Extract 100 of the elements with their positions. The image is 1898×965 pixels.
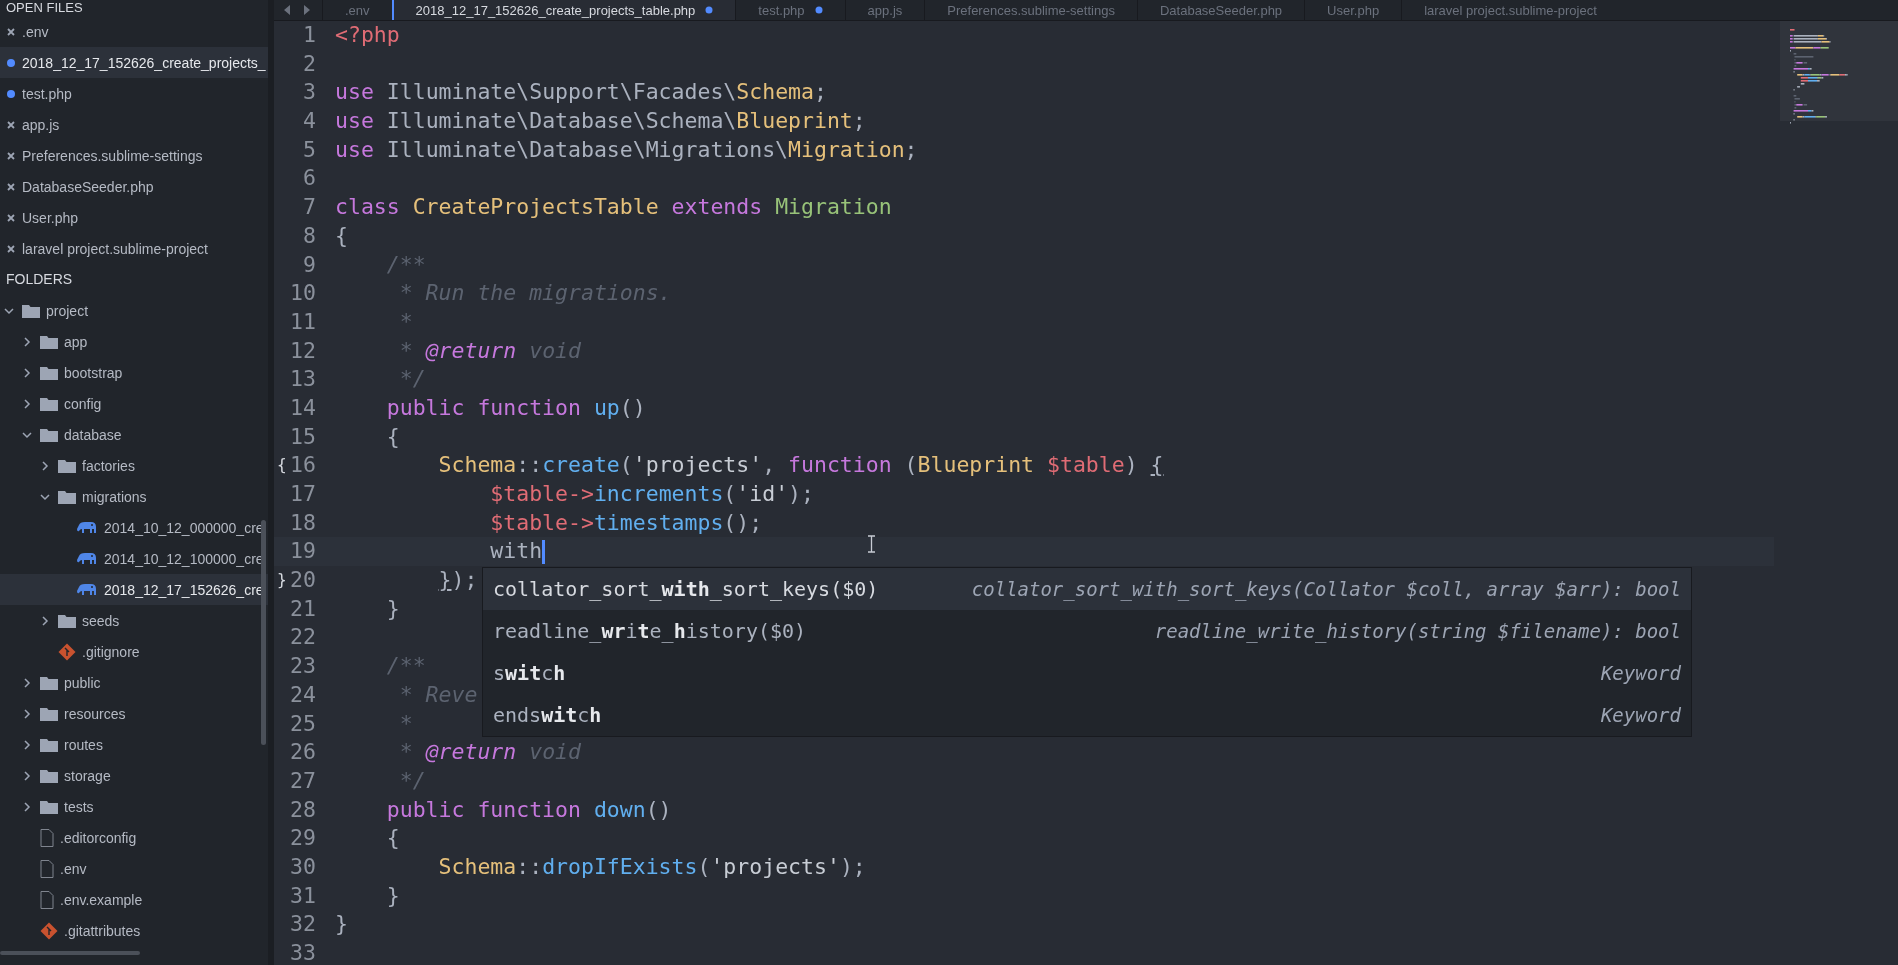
- folder-icon: [40, 427, 58, 442]
- unsaved-dot-icon: [6, 88, 16, 99]
- chevron-right-icon: [22, 677, 32, 688]
- folder-icon: [40, 768, 58, 783]
- tree-item[interactable]: config: [0, 388, 268, 419]
- chevron-down-icon: [4, 305, 14, 316]
- code-line: /**: [385, 652, 426, 681]
- tree-item[interactable]: .editorconfig: [0, 822, 268, 853]
- close-icon: [6, 212, 16, 223]
- code-line: */: [398, 365, 426, 394]
- close-icon: [6, 119, 16, 130]
- code-line: * @return void: [398, 336, 581, 365]
- tree-item[interactable]: resources: [0, 698, 268, 729]
- open-file-item[interactable]: test.php: [0, 78, 268, 109]
- file-icon: [40, 890, 54, 909]
- folder-icon: [40, 706, 58, 721]
- tree-item[interactable]: .env.example: [0, 884, 268, 915]
- code-line: {: [385, 824, 400, 853]
- line-number: 27: [290, 767, 316, 793]
- tab-nav-icon[interactable]: [282, 4, 312, 16]
- tree-item[interactable]: storage: [0, 760, 268, 791]
- fold-marker[interactable]: }: [277, 566, 287, 595]
- folder-icon: [40, 334, 58, 349]
- elephant-icon: [76, 520, 98, 535]
- line-number: 31: [290, 882, 316, 908]
- line-number: 6: [303, 165, 316, 191]
- tree-item[interactable]: public: [0, 667, 268, 698]
- line-number: 33: [290, 940, 316, 965]
- tree-item[interactable]: migrations: [0, 481, 268, 512]
- line-number: 26: [290, 739, 316, 765]
- code-line: * Run the migrations.: [398, 279, 672, 308]
- code-line: * Reve: [398, 680, 478, 709]
- fold-marker[interactable]: {: [277, 451, 287, 480]
- tree-item[interactable]: seeds: [0, 605, 268, 636]
- tree-item[interactable]: factories: [0, 450, 268, 481]
- chevron-down-icon: [40, 491, 50, 502]
- folder-icon: [40, 737, 58, 752]
- folder-icon: [58, 458, 76, 473]
- code-line: $table->increments('id');: [489, 480, 814, 508]
- open-file-item[interactable]: DatabaseSeeder.php: [0, 171, 268, 202]
- unsaved-dot-icon: [6, 57, 16, 68]
- code-line: }: [335, 910, 348, 939]
- line-number: 15: [290, 423, 316, 449]
- line-number: 22: [290, 624, 316, 650]
- tree-item[interactable]: .gitattributes: [0, 915, 268, 946]
- tree-item[interactable]: 2014_10_12_100000_cre: [0, 543, 268, 574]
- tree-item[interactable]: routes: [0, 729, 268, 760]
- line-number: 23: [290, 653, 316, 679]
- tree-item[interactable]: 2014_10_12_000000_cre: [0, 512, 268, 543]
- open-file-item[interactable]: laravel project.sublime-project: [0, 233, 268, 264]
- code-line: use Illuminate\Database\Migrations\Migration;: [335, 135, 918, 164]
- line-number: 10: [290, 280, 316, 306]
- code-line: });: [437, 566, 478, 595]
- tab[interactable]: 2018_12_17_152626_create_projects_table.php: [391, 0, 736, 20]
- line-number: 7: [303, 194, 316, 220]
- tree-item[interactable]: app: [0, 326, 268, 357]
- line-number: 5: [303, 136, 316, 162]
- scrollbar[interactable]: [261, 520, 266, 745]
- line-number: 21: [290, 595, 316, 621]
- folder-icon: [40, 365, 58, 380]
- open-file-item[interactable]: Preferences.sublime-settings: [0, 140, 268, 171]
- chevron-right-icon: [40, 460, 50, 471]
- suggestion-item[interactable]: endswitch Keyword: [483, 694, 1691, 736]
- tree-item[interactable]: .env: [0, 853, 268, 884]
- chevron-right-icon: [22, 367, 32, 378]
- suggestion-item[interactable]: collator_sort_with_sort_keys($0) collator_sort_with_sort_keys(Collator $coll, array $arr): bool: [483, 568, 1691, 610]
- open-file-item[interactable]: .env: [0, 16, 268, 47]
- suggestion-item[interactable]: switch Keyword: [483, 652, 1691, 694]
- open-file-item[interactable]: app.js: [0, 109, 268, 140]
- tree-item[interactable]: tests: [0, 791, 268, 822]
- code-line: }: [385, 594, 400, 623]
- tree-item[interactable]: bootstrap: [0, 357, 268, 388]
- chevron-right-icon: [22, 398, 32, 409]
- tree-item[interactable]: project: [0, 295, 268, 326]
- code-line: *: [398, 307, 413, 336]
- chevron-right-icon: [22, 801, 32, 812]
- tree-item[interactable]: database: [0, 419, 268, 450]
- code-line: */: [398, 766, 426, 795]
- line-number: 1: [303, 22, 316, 47]
- open-file-item[interactable]: User.php: [0, 202, 268, 233]
- line-number: 13: [290, 366, 316, 392]
- line-number: 14: [290, 394, 316, 420]
- folder-icon: [40, 675, 58, 690]
- tree-item[interactable]: 2018_12_17_152626_cre: [0, 574, 268, 605]
- scrollbar[interactable]: [0, 951, 140, 955]
- line-number: 3: [303, 79, 316, 105]
- line-number: 32: [290, 911, 316, 937]
- line-number: 11: [290, 308, 316, 334]
- line-number: 29: [290, 825, 316, 851]
- code-line: {: [335, 221, 348, 250]
- tree-item[interactable]: .gitignore: [0, 636, 268, 667]
- line-number: 18: [290, 509, 316, 535]
- suggestion-item[interactable]: readline_write_history($0) readline_write_history(string $filename): bool: [483, 610, 1691, 652]
- line-number: 2: [303, 50, 316, 76]
- unsaved-dot-icon: [814, 6, 823, 14]
- chevron-right-icon: [22, 739, 32, 750]
- chevron-right-icon: [22, 336, 32, 347]
- open-file-item[interactable]: 2018_12_17_152626_create_projects_: [0, 47, 268, 78]
- line-number: 4: [303, 108, 316, 134]
- text-cursor-icon: [867, 535, 876, 553]
